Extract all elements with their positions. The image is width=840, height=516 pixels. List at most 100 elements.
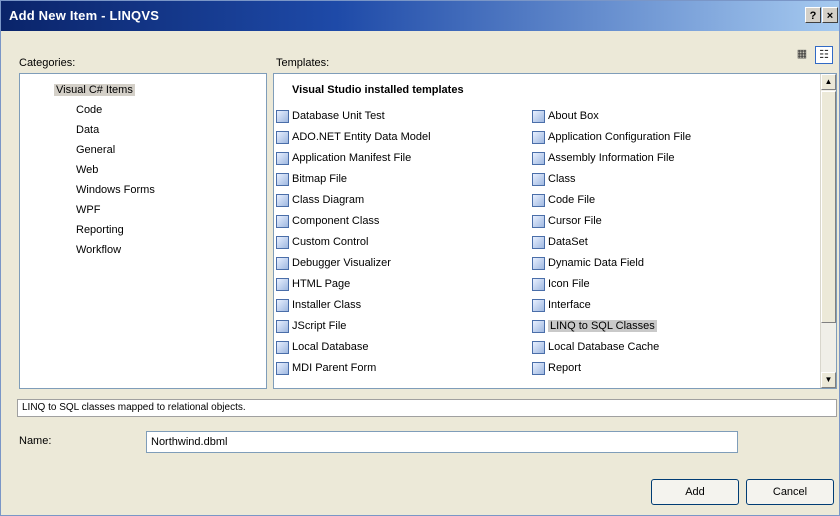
template-icon [276, 256, 289, 270]
template-item[interactable]: Dynamic Data Field [532, 255, 644, 271]
template-label: Class Diagram [292, 194, 365, 206]
categories-tree[interactable]: Visual C# Items Code Data General Web Wi… [19, 73, 267, 389]
template-icon [532, 172, 545, 186]
category-item[interactable]: WPF [76, 204, 100, 216]
template-item[interactable]: DataSet [532, 234, 588, 250]
template-label: LINQ to SQL Classes [548, 320, 657, 332]
category-item[interactable]: Workflow [76, 244, 121, 256]
template-item[interactable]: JScript File [276, 318, 346, 334]
template-label: ADO.NET Entity Data Model [292, 131, 431, 143]
template-label: Assembly Information File [548, 152, 675, 164]
category-item[interactable]: Windows Forms [76, 184, 155, 196]
scroll-down-button[interactable]: ▼ [821, 372, 836, 388]
title-bar: Add New Item - LINQVS ? × [1, 1, 839, 31]
template-label: MDI Parent Form [292, 362, 377, 374]
category-item[interactable]: General [76, 144, 115, 156]
template-label: Interface [548, 299, 591, 311]
name-field[interactable]: Northwind.dbml [146, 431, 738, 453]
template-label: Local Database [292, 341, 369, 353]
template-label: Local Database Cache [548, 341, 660, 353]
template-item[interactable]: MDI Parent Form [276, 360, 376, 376]
template-item[interactable]: Icon File [532, 276, 590, 292]
template-icon [532, 109, 545, 123]
template-label: Component Class [292, 215, 380, 227]
template-label: Code File [548, 194, 596, 206]
template-item[interactable]: ADO.NET Entity Data Model [276, 129, 431, 145]
template-label: Application Configuration File [548, 131, 692, 143]
large-icons-view-button[interactable]: ▦ [793, 46, 811, 64]
templates-scrollbar[interactable]: ▲ ▼ [820, 74, 836, 388]
category-item[interactable]: Code [76, 104, 102, 116]
template-item[interactable]: Report [532, 360, 581, 376]
template-description: LINQ to SQL classes mapped to relational… [17, 399, 837, 417]
name-label: Name: [19, 435, 52, 447]
template-item[interactable]: Cursor File [532, 213, 602, 229]
template-item[interactable]: Debugger Visualizer [276, 255, 391, 271]
template-icon [532, 256, 545, 270]
template-item[interactable]: Application Configuration File [532, 129, 691, 145]
category-item[interactable]: Web [76, 164, 98, 176]
template-icon [276, 151, 289, 165]
template-icon [276, 193, 289, 207]
template-item[interactable]: Component Class [276, 213, 379, 229]
template-icon [532, 130, 545, 144]
template-item[interactable]: Application Manifest File [276, 150, 411, 166]
categories-label: Categories: [19, 57, 76, 69]
template-icon [532, 361, 545, 375]
templates-list[interactable]: Visual Studio installed templates Databa… [273, 73, 837, 389]
template-icon [276, 172, 289, 186]
category-root[interactable]: Visual C# Items [54, 84, 135, 96]
template-label: Class [548, 173, 576, 185]
template-icon [276, 361, 289, 375]
template-label: Database Unit Test [292, 110, 385, 122]
category-item[interactable]: Data [76, 124, 99, 136]
template-item[interactable]: Assembly Information File [532, 150, 675, 166]
template-label: About Box [548, 110, 599, 122]
template-icon [532, 235, 545, 249]
small-icons-view-button[interactable]: ☷ [815, 46, 833, 64]
template-icon [276, 340, 289, 354]
template-item[interactable]: Code File [532, 192, 595, 208]
template-item[interactable]: Class Diagram [276, 192, 364, 208]
template-icon [276, 277, 289, 291]
template-item[interactable]: HTML Page [276, 276, 350, 292]
template-icon [532, 340, 545, 354]
template-item[interactable]: Bitmap File [276, 171, 347, 187]
template-icon [532, 319, 545, 333]
template-label: HTML Page [292, 278, 351, 290]
template-item[interactable]: Local Database Cache [532, 339, 659, 355]
template-label: Cursor File [548, 215, 602, 227]
template-item[interactable]: Database Unit Test [276, 108, 385, 124]
add-new-item-dialog: Add New Item - LINQVS ? × Categories: Te… [0, 0, 840, 516]
template-item[interactable]: Installer Class [276, 297, 361, 313]
template-icon [276, 109, 289, 123]
template-label: DataSet [548, 236, 588, 248]
window-title: Add New Item - LINQVS [9, 8, 160, 23]
cancel-button[interactable]: Cancel [746, 479, 834, 505]
template-icon [532, 151, 545, 165]
help-button[interactable]: ? [805, 7, 821, 23]
template-label: Bitmap File [292, 173, 348, 185]
scroll-thumb[interactable] [821, 91, 836, 323]
template-label: Icon File [548, 278, 590, 290]
template-icon [276, 298, 289, 312]
template-item-selected[interactable]: LINQ to SQL Classes [532, 318, 657, 334]
scroll-up-button[interactable]: ▲ [821, 74, 836, 90]
add-button[interactable]: Add [651, 479, 739, 505]
template-icon [532, 298, 545, 312]
template-label: Debugger Visualizer [292, 257, 391, 269]
template-label: Dynamic Data Field [548, 257, 644, 269]
template-icon [276, 130, 289, 144]
template-item[interactable]: Custom Control [276, 234, 368, 250]
template-item[interactable]: Interface [532, 297, 591, 313]
template-icon [532, 193, 545, 207]
templates-label: Templates: [276, 57, 330, 69]
template-item[interactable]: About Box [532, 108, 599, 124]
template-label: Installer Class [292, 299, 362, 311]
templates-section-header: Visual Studio installed templates [292, 84, 464, 96]
template-item[interactable]: Local Database [276, 339, 368, 355]
category-item[interactable]: Reporting [76, 224, 124, 236]
template-label: Custom Control [292, 236, 369, 248]
template-item[interactable]: Class [532, 171, 576, 187]
close-button[interactable]: × [822, 7, 838, 23]
